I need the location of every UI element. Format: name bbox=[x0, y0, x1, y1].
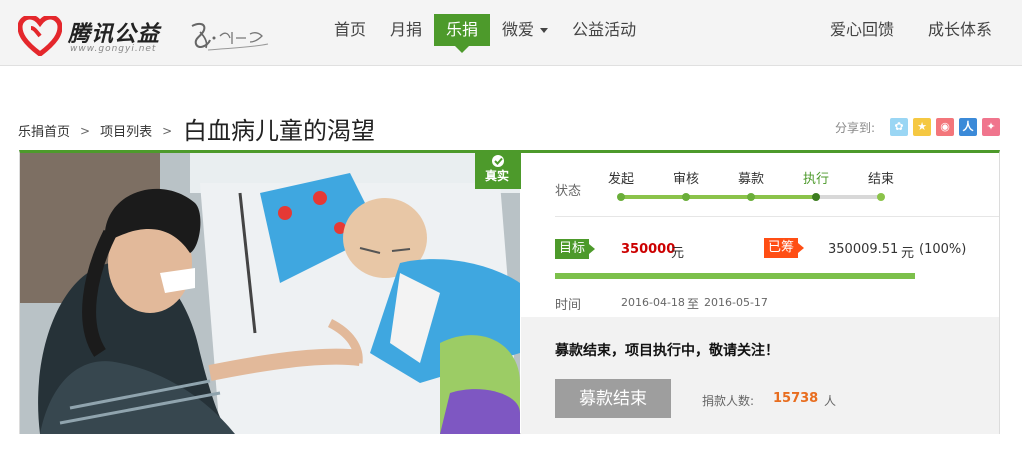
renren-icon[interactable]: 人 bbox=[959, 118, 977, 136]
raised-unit: 元 bbox=[901, 246, 915, 261]
verified-label: 真实 bbox=[485, 169, 510, 183]
project-card: 真实 状态 发起 审核 募款 执行 结束 目标 350000 元 已筹 3500… bbox=[19, 150, 1000, 434]
fundraising-progress-fill bbox=[555, 273, 915, 279]
heart-logo-icon bbox=[18, 16, 62, 56]
brand-url: www.gongyi.net bbox=[70, 44, 157, 54]
nav-weiai[interactable]: 微爱 bbox=[490, 14, 560, 46]
qzone-icon[interactable]: ✿ bbox=[890, 118, 908, 136]
raised-value: 350009.51 bbox=[828, 242, 899, 257]
site-logo[interactable]: 腾讯公益 www.gongyi.net bbox=[18, 14, 173, 56]
donors-count: 15738 bbox=[773, 391, 819, 406]
step-label-fundraise: 募款 bbox=[737, 172, 765, 187]
step-dot-review bbox=[682, 193, 690, 201]
nav-weiai-label: 微爱 bbox=[502, 20, 535, 39]
divider bbox=[555, 216, 999, 217]
time-separator: 至 bbox=[687, 297, 700, 311]
time-label: 时间 bbox=[555, 298, 582, 313]
page-title: 白血病儿童的渴望 bbox=[183, 117, 375, 145]
status-steps: 发起 审核 募款 执行 结束 bbox=[608, 168, 897, 208]
time-end: 2016-05-17 bbox=[704, 296, 768, 309]
kaixin-icon[interactable]: ✦ bbox=[982, 118, 1000, 136]
status-notice: 募款结束，项目执行中，敬请关注！ bbox=[555, 343, 779, 359]
goal-unit: 元 bbox=[671, 246, 685, 261]
breadcrumb-list[interactable]: 项目列表 bbox=[100, 121, 152, 140]
fundraising-ended-button[interactable]: 募款结束 bbox=[555, 379, 671, 418]
breadcrumb-home[interactable]: 乐捐首页 bbox=[18, 121, 70, 140]
donors-unit: 人 bbox=[824, 394, 837, 408]
breadcrumb: 乐捐首页 > 项目列表 > bbox=[18, 121, 182, 141]
action-panel: 募款结束，项目执行中，敬请关注！ 募款结束 捐款人数: 15738 人 bbox=[521, 317, 999, 434]
nav-rewards[interactable]: 爱心回馈 bbox=[796, 14, 894, 46]
nav-lejuan[interactable]: 乐捐 bbox=[434, 14, 491, 53]
donors-label: 捐款人数: bbox=[702, 394, 755, 408]
raised-percent: (100%) bbox=[919, 242, 967, 257]
step-dot-end bbox=[877, 193, 885, 201]
project-photo-illustration bbox=[20, 153, 520, 434]
share-bar: 分享到: ✿ ★ ◉ 人 ✦ bbox=[835, 118, 1000, 136]
goal-value: 350000 bbox=[621, 242, 676, 257]
nav-home[interactable]: 首页 bbox=[322, 14, 378, 46]
status-label: 状态 bbox=[555, 184, 582, 199]
time-start: 2016-04-18 bbox=[621, 296, 685, 309]
step-label-initiate: 发起 bbox=[607, 172, 635, 187]
nav-growth[interactable]: 成长体系 bbox=[894, 14, 992, 46]
site-header: 腾讯公益 www.gongyi.net 首页 月捐 乐捐 微爱 公益活动 爱心回… bbox=[0, 0, 1022, 66]
share-label: 分享到: bbox=[834, 120, 875, 135]
chevron-down-icon bbox=[540, 28, 549, 33]
pengyou-icon[interactable]: ★ bbox=[913, 118, 931, 136]
status-track-rest bbox=[816, 195, 881, 199]
nav-right: 爱心回馈 成长体系 bbox=[796, 14, 992, 46]
fundraising-progress-bar bbox=[555, 273, 915, 279]
nav-monthly[interactable]: 月捐 bbox=[378, 14, 434, 46]
raised-tag: 已筹 bbox=[764, 238, 804, 258]
nav-activities[interactable]: 公益活动 bbox=[560, 14, 648, 46]
breadcrumb-separator: > bbox=[162, 123, 173, 138]
weibo-icon[interactable]: ◉ bbox=[936, 118, 954, 136]
step-label-review: 审核 bbox=[672, 172, 700, 187]
step-dot-execute bbox=[812, 193, 820, 201]
step-label-execute: 执行 bbox=[802, 172, 830, 187]
step-dot-initiate bbox=[617, 193, 625, 201]
project-info: 状态 发起 审核 募款 执行 结束 目标 350000 元 已筹 350009.… bbox=[521, 153, 999, 434]
status-track-done bbox=[621, 195, 816, 199]
main-nav: 首页 月捐 乐捐 微爱 公益活动 bbox=[322, 14, 648, 53]
breadcrumb-separator: > bbox=[80, 123, 91, 138]
step-label-end: 结束 bbox=[867, 172, 895, 187]
step-dot-fundraise bbox=[747, 193, 755, 201]
goal-tag: 目标 bbox=[555, 239, 595, 259]
slogan-calligraphy bbox=[191, 22, 269, 51]
project-photo bbox=[20, 153, 520, 434]
